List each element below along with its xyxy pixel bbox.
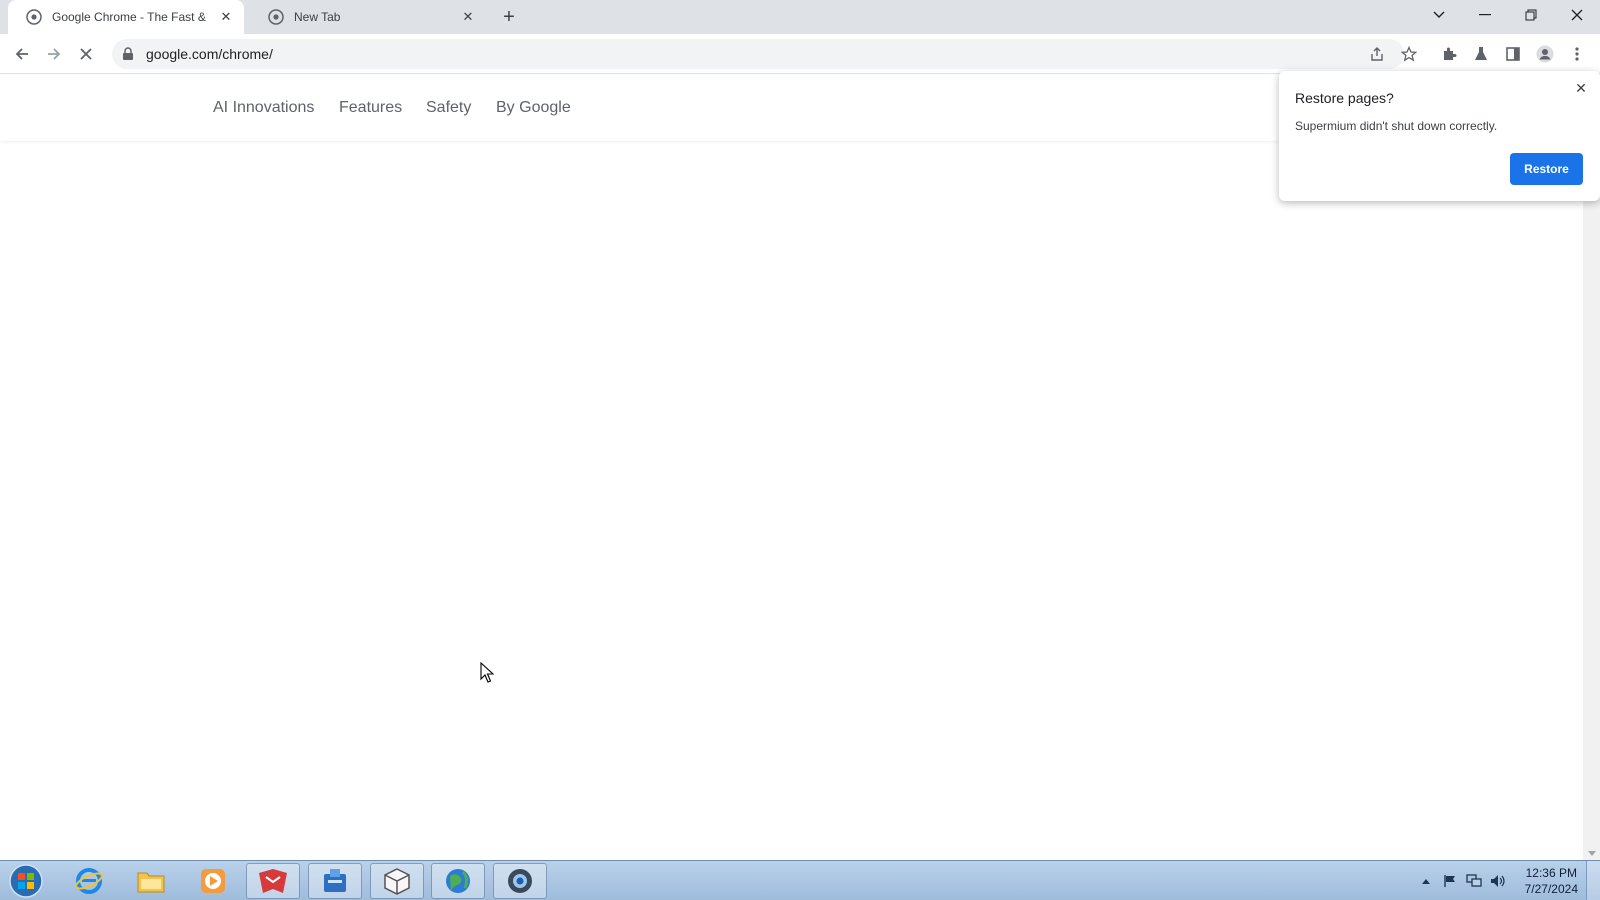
nav-link-ai-innovations[interactable]: AI Innovations <box>213 99 314 117</box>
restore-button[interactable]: Restore <box>1510 153 1583 185</box>
tab-new-tab[interactable]: New Tab ✕ <box>250 0 486 34</box>
dialog-title: Restore pages? <box>1295 90 1394 106</box>
close-tab-icon[interactable]: ✕ <box>458 7 478 27</box>
show-desktop-button[interactable] <box>1586 861 1600 900</box>
scroll-down-arrow-icon[interactable] <box>1588 851 1596 856</box>
nav-link-features[interactable]: Features <box>339 99 402 117</box>
system-clock[interactable]: 12:36 PM 7/27/2024 <box>1525 865 1578 897</box>
supermium-icon[interactable] <box>493 863 547 899</box>
app-blue-icon[interactable] <box>308 863 362 899</box>
url-text[interactable]: google.com/chrome/ <box>146 46 273 62</box>
extensions-icon[interactable] <box>1436 41 1462 67</box>
close-icon[interactable] <box>1554 0 1600 30</box>
menu-more-icon[interactable] <box>1564 41 1590 67</box>
share-icon[interactable] <box>1364 41 1390 67</box>
restore-pages-dialog: Restore pages? Supermium didn't shut dow… <box>1279 71 1600 201</box>
lock-icon[interactable] <box>120 46 136 62</box>
close-icon[interactable]: ✕ <box>1572 79 1590 97</box>
close-tab-icon[interactable]: ✕ <box>216 7 236 27</box>
clock-date: 7/27/2024 <box>1524 882 1578 896</box>
nav-link-safety[interactable]: Safety <box>426 99 471 117</box>
new-tab-button[interactable]: + <box>498 6 520 28</box>
restore-icon[interactable] <box>1508 0 1554 30</box>
dialog-message: Supermium didn't shut down correctly. <box>1295 119 1498 133</box>
back-icon[interactable] <box>8 40 36 68</box>
app-box-icon[interactable] <box>370 863 424 899</box>
media-player-icon[interactable] <box>186 863 240 899</box>
labs-flask-icon[interactable] <box>1468 41 1494 67</box>
tab-title: New Tab <box>294 10 341 24</box>
profile-avatar-icon[interactable] <box>1532 41 1558 67</box>
bookmark-star-icon[interactable] <box>1396 41 1422 67</box>
tab-strip: Google Chrome - The Fast & Se ✕ New Tab … <box>0 0 1600 34</box>
file-explorer-icon[interactable] <box>124 863 178 899</box>
side-panel-icon[interactable] <box>1500 41 1526 67</box>
mouse-cursor-icon <box>480 662 494 683</box>
clock-time: 12:36 PM <box>1525 866 1577 880</box>
tab-google-chrome[interactable]: Google Chrome - The Fast & Se ✕ <box>8 0 244 34</box>
address-bar[interactable]: google.com/chrome/ <box>112 39 1404 69</box>
action-center-flag-icon[interactable] <box>1440 861 1460 900</box>
tab-search-icon[interactable] <box>1416 0 1462 30</box>
nav-link-by-google[interactable]: By Google <box>496 99 571 117</box>
windows-taskbar: 12:36 PM 7/27/2024 <box>0 860 1600 900</box>
network-icon[interactable] <box>1464 861 1484 900</box>
windows-logo-icon <box>9 864 43 898</box>
tab-title: Google Chrome - The Fast & Se <box>52 10 208 24</box>
stop-loading-icon[interactable] <box>72 40 100 68</box>
start-button[interactable] <box>6 863 46 899</box>
chrome-icon <box>26 9 42 25</box>
internet-explorer-icon[interactable] <box>62 863 116 899</box>
browser-toolbar: google.com/chrome/ <box>0 34 1600 74</box>
app-globe-icon[interactable] <box>431 863 485 899</box>
forward-icon[interactable] <box>40 40 68 68</box>
chrome-icon <box>268 9 284 25</box>
minimize-icon[interactable] <box>1462 0 1508 30</box>
tray-expand-icon[interactable] <box>1418 861 1434 900</box>
app-red-icon[interactable] <box>246 863 300 899</box>
volume-icon[interactable] <box>1488 861 1508 900</box>
